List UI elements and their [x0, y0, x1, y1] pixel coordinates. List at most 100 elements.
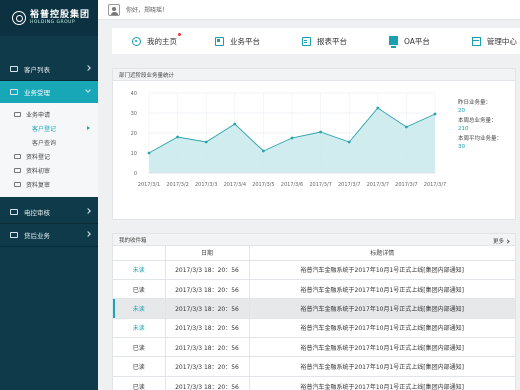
column-header-status: [113, 246, 166, 261]
folder-icon: [10, 66, 18, 72]
tab-label: 我的主页: [147, 36, 177, 46]
tab-management-center[interactable]: 管理中心: [471, 28, 517, 54]
chevron-right-icon: [85, 208, 91, 214]
submenu-material-register[interactable]: 资料登记: [0, 149, 98, 163]
table-row[interactable]: 未读 2017/3/3 18：20：56 裕普汽车金融系统于2017年10月1号正式…: [113, 298, 515, 319]
submenu-label: 资料登记: [26, 153, 51, 161]
table-row[interactable]: 已读 2017/3/3 18：20：56 裕普汽车金融系统于2017年10月1号正式…: [113, 279, 515, 300]
message-status: 已读: [113, 356, 166, 377]
brand-name-en: HOLDING GROUP: [30, 20, 76, 25]
message-status: 未读: [113, 260, 166, 280]
message-status: 已读: [113, 279, 166, 300]
submenu-label: 资料初审: [26, 167, 51, 175]
message-date: 2017/3/3 18：20：56: [165, 279, 250, 300]
tab-label: 业务平台: [230, 36, 260, 46]
data-point: [433, 112, 437, 116]
tab-home[interactable]: 我的主页: [132, 28, 181, 54]
x-tick-label: 2017/3/6: [281, 182, 303, 188]
tab-oa-platform[interactable]: OA平台: [389, 28, 430, 54]
chevron-right-icon: [505, 238, 510, 244]
monitor-icon: [389, 35, 398, 48]
sidebar-item-label: 贷后业务: [24, 232, 50, 240]
table-row[interactable]: 未读 2017/3/3 18：20：56 裕普汽车金融系统于2017年10月1号正式…: [113, 318, 515, 339]
data-point: [204, 140, 208, 144]
message-title[interactable]: 裕普汽车金融系统于2017年10月1号正式上线[集团内部通知]: [249, 279, 515, 300]
x-tick-label: 2017/3/7: [367, 182, 389, 188]
table-row[interactable]: 已读 2017/3/3 18：20：56 裕普汽车金融系统于2017年10月1号正式…: [113, 356, 515, 377]
stat-value: 20: [458, 108, 465, 114]
inbox-header: 我的收件箱 更多: [113, 234, 515, 246]
message-title[interactable]: 裕普汽车金融系统于2017年10月1号正式上线[集团内部通知]: [249, 376, 515, 390]
notification-dot: [178, 33, 181, 36]
x-tick-label: 2017/3/7: [338, 182, 360, 188]
tab-label: 管理中心: [486, 36, 517, 46]
more-label: 更多: [492, 239, 504, 245]
submenu-material-recheck[interactable]: 资料复审: [0, 177, 98, 191]
submenu-customer-query[interactable]: 客户查询: [0, 135, 98, 149]
sidebar-item-business-accept[interactable]: 业务受理: [0, 81, 98, 103]
folder-icon: [10, 209, 18, 215]
message-status: 已读: [113, 337, 166, 358]
message-status: 已读: [113, 376, 166, 390]
tab-report-platform[interactable]: 报表平台: [302, 28, 347, 54]
management-icon: [471, 36, 481, 46]
data-point: [176, 135, 179, 139]
inbox-table: 日期 标题详情 未读 2017/3/3 18：20：56 裕普汽车金融系统于2017…: [113, 246, 515, 390]
y-tick-label: 30: [131, 111, 137, 117]
table-row[interactable]: 已读 2017/3/3 18：20：56 裕普汽车金融系统于2017年10月1号正式…: [113, 376, 515, 390]
table-row[interactable]: 未读 2017/3/3 18：20：56 裕普汽车金融系统于2017年10月1号正式…: [113, 260, 515, 280]
submenu: 业务申请 客户登记 客户查询 资料登记 资料初审 资料复审: [0, 103, 98, 197]
stat-week-average: 本周平均业务量： 30: [458, 135, 502, 151]
stat-yesterday: 昨日业务量： 20: [458, 99, 491, 115]
submenu-business-apply[interactable]: 业务申请: [0, 107, 98, 121]
panel-title: 部门近阶段业务量统计: [113, 69, 515, 81]
message-title[interactable]: 裕普汽车金融系统于2017年10月1号正式上线[集团内部通知]: [249, 298, 515, 319]
message-title[interactable]: 裕普汽车金融系统于2017年10月1号正式上线[集团内部通知]: [249, 337, 515, 358]
tab-label: OA平台: [404, 36, 430, 46]
message-title[interactable]: 裕普汽车金融系统于2017年10月1号正式上线[集团内部通知]: [249, 260, 515, 280]
column-header-date: 日期: [165, 246, 250, 261]
chevron-right-icon: [85, 65, 91, 71]
message-date: 2017/3/3 18：20：56: [165, 337, 250, 358]
message-title[interactable]: 裕普汽车金融系统于2017年10月1号正式上线[集团内部通知]: [249, 356, 515, 377]
message-status: 未读: [113, 298, 166, 319]
message-date: 2017/3/3 18：20：56: [165, 356, 250, 377]
x-tick-label: 2017/3/2: [166, 182, 188, 188]
home-icon: [132, 36, 141, 46]
sidebar-item-risk-review[interactable]: 电控审核: [0, 201, 98, 223]
folder-open-icon: [14, 111, 21, 117]
message-status: 未读: [113, 318, 166, 339]
chevron-down-icon: [85, 87, 91, 93]
submenu-label: 资料复审: [26, 181, 51, 189]
sidebar-item-post-loan[interactable]: 贷后业务: [0, 224, 98, 246]
data-point: [147, 151, 151, 155]
submenu-customer-register[interactable]: 客户登记: [0, 121, 98, 135]
tab-business-platform[interactable]: 业务平台: [215, 28, 260, 54]
message-date: 2017/3/3 18：20：56: [165, 376, 250, 390]
more-link[interactable]: 更多: [492, 237, 510, 245]
sidebar: 裕普控股集团 HOLDING GROUP 客户列表 业务受理 业务申请 客户登记…: [0, 0, 98, 390]
data-point: [376, 106, 380, 110]
y-tick-label: 0: [134, 171, 137, 177]
stat-label: 本周平均业务量：: [458, 136, 503, 142]
x-tick-label: 2017/3/4: [224, 182, 246, 188]
x-tick-label: 2017/3/1: [138, 182, 160, 188]
tab-label: 报表平台: [317, 36, 347, 46]
stat-label: 昨日业务量：: [458, 100, 492, 106]
y-tick-label: 10: [131, 151, 137, 157]
data-point: [262, 149, 265, 153]
folder-icon: [10, 89, 18, 95]
submenu-material-review[interactable]: 资料初审: [0, 163, 98, 177]
folder-icon: [14, 153, 21, 159]
message-date: 2017/3/3 18：20：56: [165, 298, 250, 319]
message-title[interactable]: 裕普汽车金融系统于2017年10月1号正式上线[集团内部通知]: [249, 318, 515, 339]
sidebar-item-customer-list[interactable]: 客户列表: [0, 58, 98, 80]
sidebar-item-label: 业务受理: [24, 89, 50, 97]
message-date: 2017/3/3 18：20：56: [165, 260, 250, 280]
folder-icon: [14, 181, 21, 187]
table-row[interactable]: 已读 2017/3/3 18：20：56 裕普汽车金融系统于2017年10月1号正式…: [113, 337, 515, 358]
submenu-label: 客户登记: [32, 125, 57, 133]
business-volume-chart: 0 10 20 30 40 2017/3/1 2017/3/2 2017/3/3 2017/3/…: [131, 91, 447, 188]
inbox-panel: 我的收件箱 更多 日期 标题详情 未读 2017/3/3 18：20：56 裕普汽车…: [112, 233, 516, 390]
avatar[interactable]: [108, 3, 120, 16]
